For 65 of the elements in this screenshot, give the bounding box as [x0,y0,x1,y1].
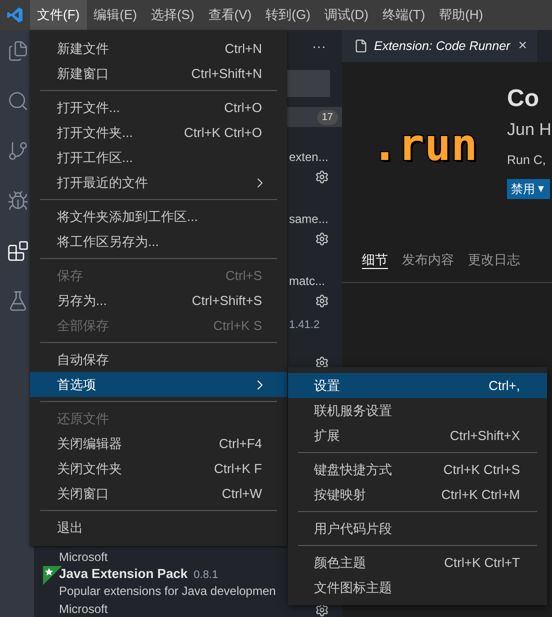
version-label: 0.8.1 [194,568,218,583]
gear-icon[interactable] [315,603,329,617]
page-tab[interactable]: 发布内容 [402,250,454,270]
menu-item[interactable]: 用户代码片段 [288,516,547,541]
menu-bar-item[interactable]: 选择(S) [144,0,202,30]
flask-icon[interactable] [7,290,29,312]
disable-button[interactable]: 禁用▼ [507,179,550,200]
menu-item[interactable]: 颜色主题 Ctrl+K Ctrl+T [288,550,547,575]
menu-bar-item[interactable]: 查看(V) [201,0,259,30]
menu-item[interactable]: 文件图标主题 [288,575,547,600]
extension-description: same... [289,212,328,226]
extension-logo: .run [372,119,478,173]
menu-item[interactable]: 打开文件... Ctrl+O [30,95,287,120]
menu-bar-item[interactable]: 文件(F) [30,0,87,30]
extension-title: Co [507,84,540,114]
publisher-label: Microsoft [59,600,108,617]
extension-description: Popular extensions for Java developmen [59,584,276,598]
menu-item[interactable]: 自动保存 [30,347,287,372]
page-tab[interactable]: 细节 [362,250,388,270]
menu-item[interactable]: 关闭窗口 Ctrl+W [30,481,287,506]
extension-summary: Run C, [507,152,547,168]
menu-item[interactable]: 将工作区另存为... [30,229,287,254]
extension-description: matc... [289,274,326,288]
menu-bar-item[interactable]: 帮助(H) [432,0,490,30]
menu-item[interactable]: 另存为... Ctrl+Shift+S [30,288,287,313]
menu-item[interactable]: 扩展 Ctrl+Shift+X [288,423,547,448]
menu-item[interactable]: 退出 [30,515,287,540]
search-icon[interactable] [7,90,29,112]
menu-item[interactable]: 联机服务设置 [288,398,547,423]
menu-item[interactable]: 设置 Ctrl+, [288,373,547,398]
menu-item[interactable]: 按键映射 Ctrl+K Ctrl+M [288,482,547,507]
menu-item[interactable]: 关闭文件夹 Ctrl+K F [30,456,287,481]
menu-item[interactable]: 打开最近的文件 [30,170,287,195]
bug-icon[interactable] [7,190,29,212]
gear-icon[interactable] [315,356,329,370]
files-icon[interactable] [7,40,29,62]
menu-item[interactable]: 打开工作区... [30,145,287,170]
menu-bar-item[interactable]: 编辑(E) [86,0,144,30]
gear-icon[interactable] [315,294,329,308]
extension-name: Java Extension Pack [59,565,188,583]
publisher-label: Microsoft [59,548,108,566]
gear-icon[interactable] [315,232,329,246]
menu-item[interactable]: 将文件夹添加到工作区... [30,204,287,229]
branch-icon[interactable] [7,140,29,162]
version-label: 1.41.2 [289,319,320,331]
menu-item[interactable]: 关闭编辑器 Ctrl+F4 [30,431,287,456]
menu-item[interactable]: 新建窗口 Ctrl+Shift+N [30,61,287,86]
menu-item[interactable]: 新建文件 Ctrl+N [30,36,287,61]
menu-bar-item[interactable]: 调试(D) [317,0,376,30]
gear-icon[interactable] [315,170,329,184]
logo-icon [6,6,24,24]
menu-bar-item[interactable]: 转到(G) [258,0,318,30]
file-icon [354,39,368,53]
more-actions-button[interactable]: ··· [312,36,326,56]
blocks-icon[interactable] [7,240,29,262]
count-badge: 17 [316,110,338,124]
extension-description: exten... [289,150,328,164]
editor-tab[interactable]: Extension: Code Runner × [342,30,537,62]
menu-item[interactable]: 键盘快捷方式 Ctrl+K Ctrl+S [288,457,547,482]
page-tab[interactable]: 更改日志 [468,250,520,270]
close-button[interactable]: × [518,34,527,58]
menu-item[interactable]: 打开文件夹... Ctrl+K Ctrl+O [30,120,287,145]
menu-bar-item[interactable]: 终端(T) [375,0,432,30]
author-label: Jun H [507,119,552,141]
menu-item[interactable]: 首选项 [30,372,287,397]
